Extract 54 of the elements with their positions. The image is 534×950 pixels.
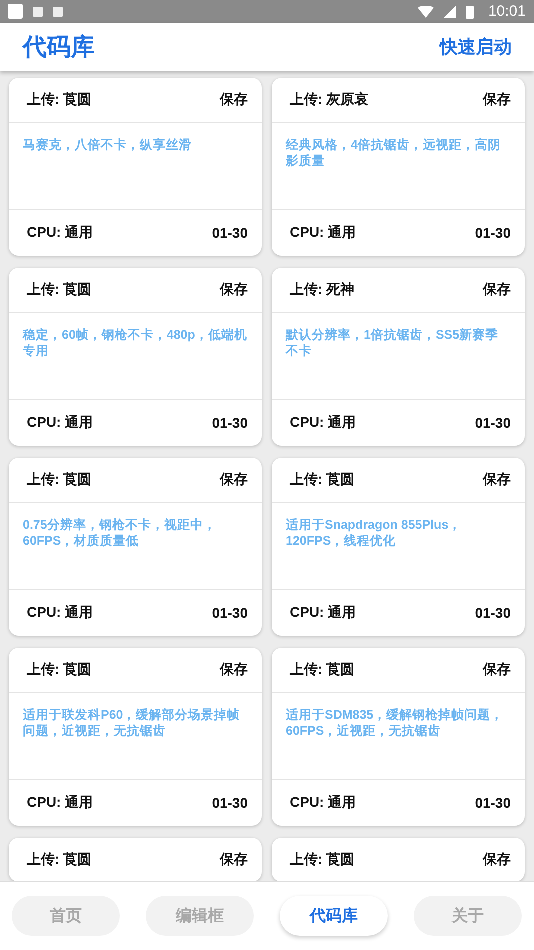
- save-button[interactable]: 保存: [483, 471, 511, 489]
- wifi-icon: [418, 6, 434, 18]
- config-description: 适用于SDM835，缓解钢枪掉帧问题，60FPS，近视距，无抗锯齿: [286, 707, 505, 739]
- save-button[interactable]: 保存: [483, 281, 511, 299]
- signal-icon: [444, 6, 456, 18]
- cpu-label: CPU: 通用: [27, 604, 94, 622]
- config-description: 适用于联发科P60，缓解部分场景掉帧问题，近视距，无抗锯齿: [23, 707, 242, 739]
- battery-icon: [466, 4, 474, 18]
- uploader-label: 上传: 莨圆: [27, 281, 92, 299]
- uploader-label: 上传: 莨圆: [290, 471, 355, 489]
- date-label: 01-30: [212, 605, 248, 621]
- uploader-label: 上传: 莨圆: [27, 661, 92, 679]
- uploader-label: 上传: 死神: [290, 281, 355, 299]
- config-description: 马赛克，八倍不卡，纵享丝滑: [23, 137, 193, 153]
- cpu-label: CPU: 通用: [290, 414, 356, 432]
- save-button[interactable]: 保存: [483, 91, 511, 109]
- cpu-label: CPU: 通用: [27, 794, 94, 812]
- page-title: 代码库: [23, 33, 95, 63]
- cpu-label: CPU: 通用: [290, 794, 356, 812]
- date-label: 01-30: [475, 605, 511, 621]
- quick-start-button[interactable]: 快速启动: [440, 35, 512, 59]
- save-button[interactable]: 保存: [220, 91, 248, 109]
- uploader-label: 上传: 莨圆: [27, 471, 92, 489]
- uploader-label: 上传: 莨圆: [290, 851, 355, 869]
- date-label: 01-30: [212, 795, 248, 811]
- notification-icon: [53, 6, 63, 16]
- uploader-label: 上传: 灰原哀: [290, 91, 369, 109]
- date-label: 01-30: [475, 415, 511, 431]
- uploader-label: 上传: 莨圆: [27, 851, 92, 869]
- config-description: 经典风格，4倍抗锯齿，远视距，高阴影质量: [286, 137, 502, 169]
- save-button[interactable]: 保存: [220, 851, 248, 869]
- uploader-label: 上传: 莨圆: [27, 91, 92, 109]
- date-label: 01-30: [475, 225, 511, 241]
- save-button[interactable]: 保存: [220, 471, 248, 489]
- app-icon: [8, 4, 23, 19]
- save-button[interactable]: 保存: [483, 661, 511, 679]
- config-description: 0.75分辨率，钢枪不卡，视距中，60FPS，材质质量低: [23, 517, 218, 549]
- cpu-label: CPU: 通用: [27, 224, 94, 242]
- date-label: 01-30: [212, 415, 248, 431]
- save-button[interactable]: 保存: [483, 851, 511, 869]
- save-button[interactable]: 保存: [220, 661, 248, 679]
- uploader-label: 上传: 莨圆: [290, 661, 355, 679]
- clock: 10:01: [488, 3, 526, 20]
- message-icon: [33, 6, 43, 16]
- config-description: 稳定，60帧，钢枪不卡，480p，低端机专用: [23, 327, 248, 359]
- date-label: 01-30: [212, 225, 248, 241]
- cpu-label: CPU: 通用: [27, 414, 94, 432]
- cpu-label: CPU: 通用: [290, 604, 356, 622]
- date-label: 01-30: [475, 795, 511, 811]
- nav-tab[interactable]: 代码库: [280, 896, 388, 936]
- config-description: 适用于Snapdragon 855Plus，120FPS，线程优化: [286, 517, 463, 549]
- cpu-label: CPU: 通用: [290, 224, 356, 242]
- save-button[interactable]: 保存: [220, 281, 248, 299]
- config-description: 默认分辨率，1倍抗锯齿，SS5新赛季不卡: [286, 327, 500, 359]
